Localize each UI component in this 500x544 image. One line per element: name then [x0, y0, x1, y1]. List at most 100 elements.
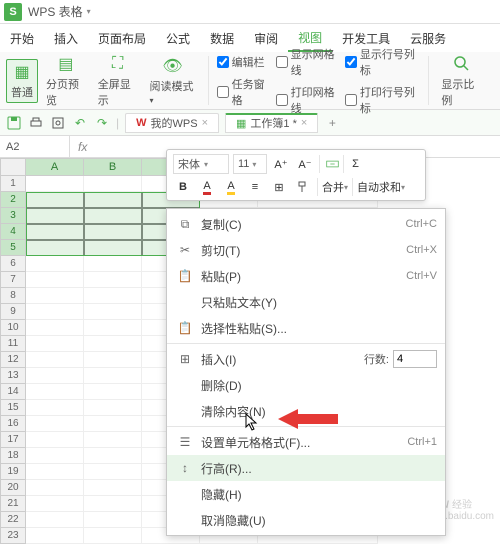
save-icon[interactable] [6, 115, 22, 131]
font-size-select[interactable]: 11▾ [233, 154, 267, 174]
align-icon[interactable]: ≡ [245, 178, 265, 196]
row-head-12[interactable]: 12 [0, 352, 26, 368]
undo-icon[interactable]: ↶ [72, 115, 88, 131]
ctx-行高(R)...[interactable]: ↕行高(R)... [167, 455, 445, 481]
row-head-18[interactable]: 18 [0, 448, 26, 464]
fill-color-icon[interactable]: A [221, 178, 241, 196]
decrease-font-icon[interactable]: A⁻ [295, 155, 315, 173]
col-head-B[interactable]: B [84, 158, 142, 176]
row-head-5[interactable]: 5 [0, 240, 26, 256]
check-打印网格线[interactable]: 打印网格线 [276, 84, 341, 116]
menu-数据[interactable]: 数据 [200, 24, 244, 52]
cell[interactable] [84, 416, 142, 432]
cell[interactable] [84, 320, 142, 336]
cell[interactable] [84, 336, 142, 352]
cell[interactable] [26, 464, 84, 480]
ctx-隐藏(H)[interactable]: 隐藏(H) [167, 481, 445, 507]
row-head-16[interactable]: 16 [0, 416, 26, 432]
bold-icon[interactable]: B [173, 178, 193, 196]
row-head-10[interactable]: 10 [0, 320, 26, 336]
row-head-6[interactable]: 6 [0, 256, 26, 272]
view-全屏显示[interactable]: ⛶全屏显示 [94, 52, 142, 110]
cell[interactable] [84, 272, 142, 288]
cell[interactable] [26, 448, 84, 464]
row-head-2[interactable]: 2 [0, 192, 26, 208]
row-head-1[interactable]: 1 [0, 176, 26, 192]
check-显示网格线[interactable]: 显示网格线 [276, 46, 341, 78]
workbook-tab[interactable]: ▦ 工作簿1 * × [225, 113, 318, 133]
cell[interactable] [26, 432, 84, 448]
check-任务窗格[interactable]: 任务窗格 [217, 76, 272, 108]
mywps-tab[interactable]: W 我的WPS × [125, 113, 219, 133]
view-分页预览[interactable]: ▤分页预览 [42, 52, 90, 110]
zoom-button[interactable]: 显示比例 [437, 52, 486, 110]
ctx-只粘贴文本(Y)[interactable]: 只粘贴文本(Y) [167, 289, 445, 315]
close-icon[interactable]: × [301, 117, 307, 129]
select-all-corner[interactable] [0, 158, 26, 176]
add-tab-icon[interactable]: + [324, 115, 340, 131]
cell[interactable] [26, 336, 84, 352]
check-编辑栏[interactable]: 编辑栏 [217, 54, 272, 70]
cell[interactable] [26, 400, 84, 416]
redo-icon[interactable]: ↷ [94, 115, 110, 131]
cell[interactable] [84, 288, 142, 304]
row-head-17[interactable]: 17 [0, 432, 26, 448]
row-head-3[interactable]: 3 [0, 208, 26, 224]
ctx-粘贴(P)[interactable]: 📋粘贴(P)Ctrl+V [167, 263, 445, 289]
cell[interactable] [84, 432, 142, 448]
ctx-删除(D)[interactable]: 删除(D) [167, 372, 445, 398]
menu-页面布局[interactable]: 页面布局 [88, 24, 156, 52]
cell[interactable] [84, 384, 142, 400]
format-painter-icon[interactable] [293, 178, 313, 196]
cell[interactable] [26, 416, 84, 432]
row-head-9[interactable]: 9 [0, 304, 26, 320]
cell[interactable] [26, 368, 84, 384]
cell[interactable] [84, 256, 142, 272]
font-select[interactable]: 宋体▾ [173, 154, 229, 174]
print-icon[interactable] [28, 115, 44, 131]
cell[interactable] [26, 272, 84, 288]
cell[interactable] [84, 480, 142, 496]
ctx-设置单元格格式(F)...[interactable]: ☰设置单元格格式(F)...Ctrl+1 [167, 429, 445, 455]
row-head-21[interactable]: 21 [0, 496, 26, 512]
increase-font-icon[interactable]: A⁺ [271, 155, 291, 173]
preview-icon[interactable] [50, 115, 66, 131]
autosum-icon[interactable]: Σ [343, 155, 361, 173]
row-head-15[interactable]: 15 [0, 400, 26, 416]
cell[interactable] [26, 352, 84, 368]
cell[interactable] [26, 480, 84, 496]
close-icon[interactable]: × [202, 117, 208, 129]
cell[interactable] [84, 464, 142, 480]
cell[interactable] [84, 176, 142, 192]
cell[interactable] [84, 400, 142, 416]
cell[interactable] [26, 176, 84, 192]
row-head-14[interactable]: 14 [0, 384, 26, 400]
merge-button[interactable]: 合并▾ [317, 178, 348, 196]
ctx-选择性粘贴(S)...[interactable]: 📋选择性粘贴(S)... [167, 315, 445, 341]
row-head-23[interactable]: 23 [0, 528, 26, 544]
row-head-7[interactable]: 7 [0, 272, 26, 288]
border-icon[interactable]: ⊞ [269, 178, 289, 196]
menu-开始[interactable]: 开始 [0, 24, 44, 52]
cell[interactable] [26, 496, 84, 512]
name-box[interactable]: A2 [0, 136, 70, 157]
col-head-A[interactable]: A [26, 158, 84, 176]
row-head-19[interactable]: 19 [0, 464, 26, 480]
row-head-20[interactable]: 20 [0, 480, 26, 496]
cell[interactable] [84, 304, 142, 320]
ctx-取消隐藏(U)[interactable]: 取消隐藏(U) [167, 507, 445, 533]
cell[interactable] [26, 256, 84, 272]
title-dropdown-icon[interactable]: ▾ [87, 7, 91, 16]
autosum-button[interactable]: 自动求和▾ [352, 178, 405, 196]
cell[interactable] [26, 528, 84, 544]
row-head-11[interactable]: 11 [0, 336, 26, 352]
ctx-复制(C)[interactable]: ⧉复制(C)Ctrl+C [167, 211, 445, 237]
cell[interactable] [26, 304, 84, 320]
row-head-4[interactable]: 4 [0, 224, 26, 240]
font-color-icon[interactable]: A [197, 178, 217, 196]
check-打印行号列标[interactable]: 打印行号列标 [345, 84, 421, 116]
ctx-插入(I)[interactable]: ⊞插入(I)行数: [167, 346, 445, 372]
cell[interactable] [84, 352, 142, 368]
cell[interactable] [84, 496, 142, 512]
cell[interactable] [26, 320, 84, 336]
